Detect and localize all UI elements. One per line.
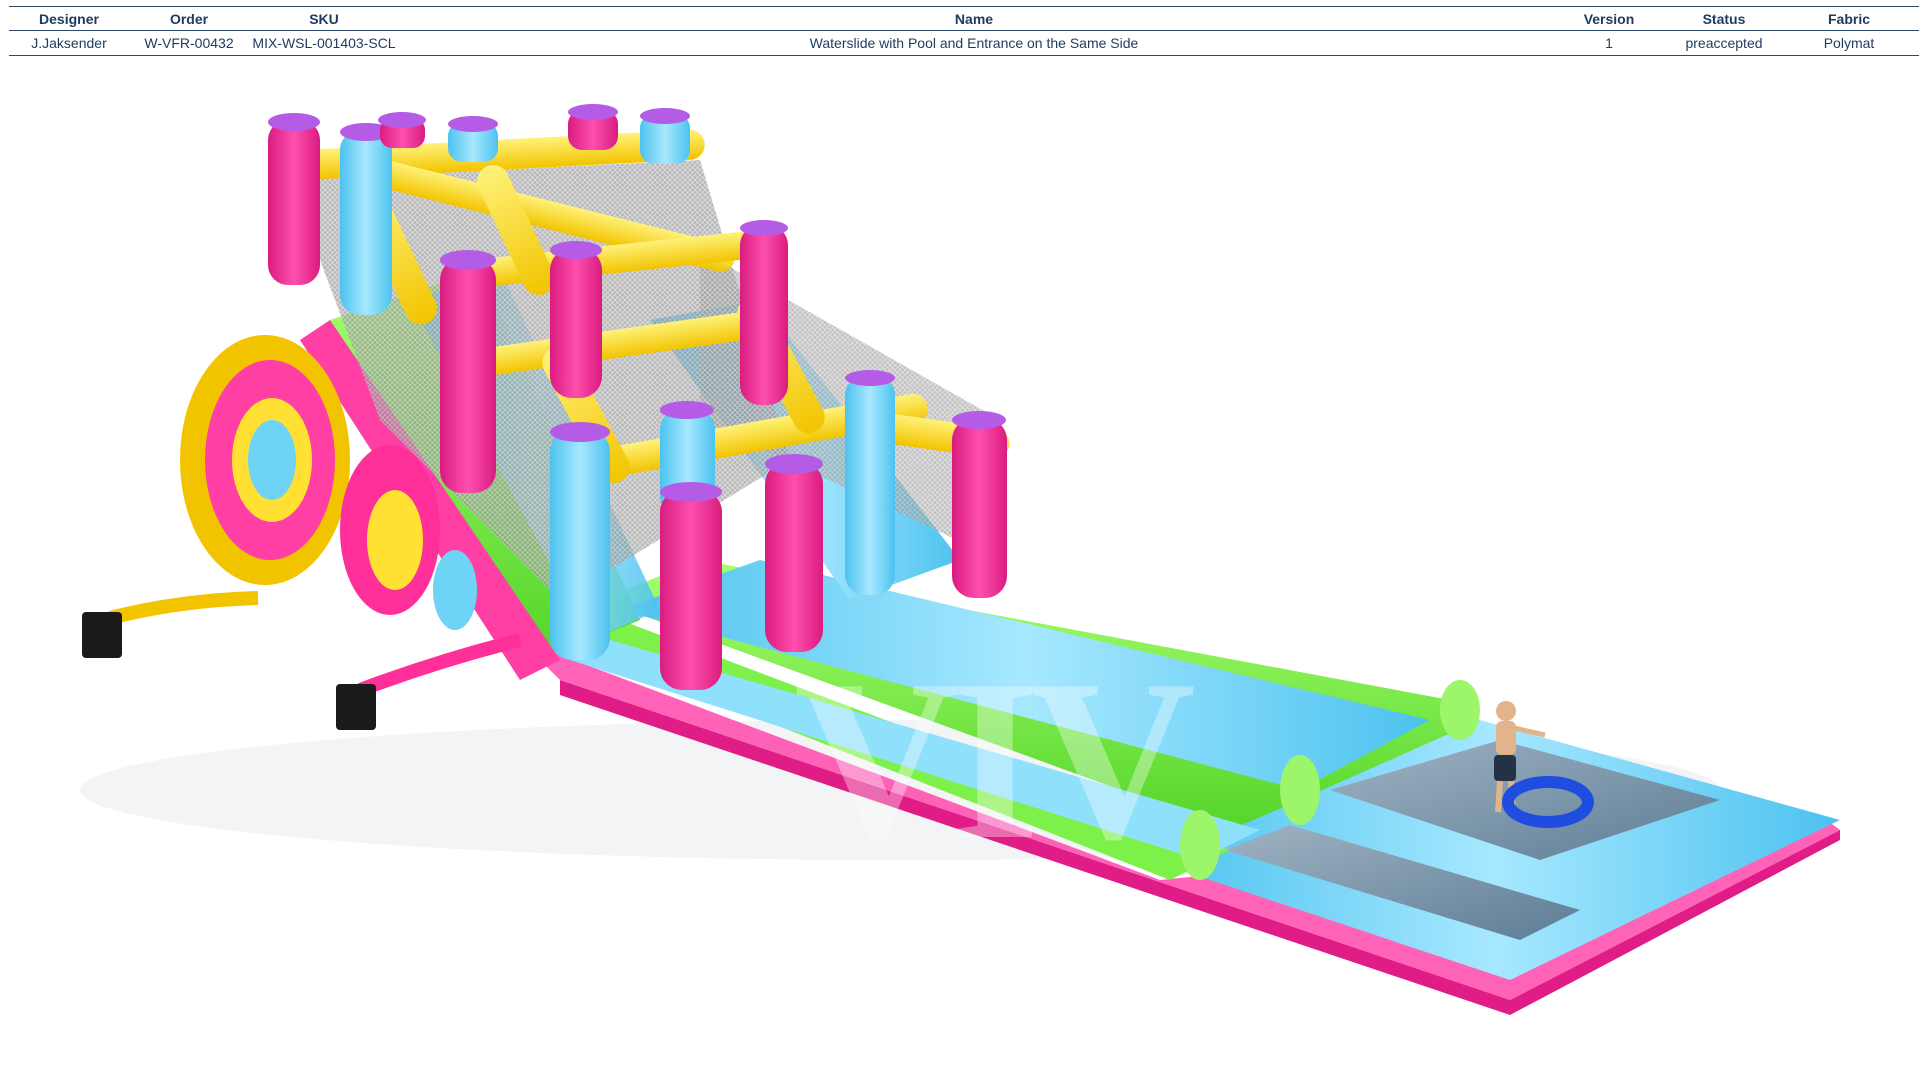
fabric-value: Polymat	[1779, 30, 1919, 56]
spec-table: Designer Order SKU Name Version Status F…	[9, 6, 1919, 56]
header-sku: SKU	[249, 6, 399, 31]
wheel-hub	[248, 420, 296, 500]
spec-data-row: J.Jaksender W-VFR-00432 MIX-WSL-001403-S…	[9, 30, 1919, 56]
rear-wheel-hub	[367, 490, 423, 590]
header-version: Version	[1549, 6, 1669, 31]
waterslide-illustration	[80, 104, 1840, 1015]
sku-value: MIX-WSL-001403-SCL	[249, 30, 399, 56]
header-fabric: Fabric	[1779, 6, 1919, 31]
version-value: 1	[1549, 30, 1669, 56]
blower-right	[336, 633, 522, 730]
designer-value: J.Jaksender	[9, 30, 129, 56]
header-status: Status	[1669, 6, 1779, 31]
product-name-value: Waterslide with Pool and Entrance on the…	[399, 30, 1549, 56]
front-bumper-blue	[433, 550, 477, 630]
spec-header-row: Designer Order SKU Name Version Status F…	[9, 6, 1919, 31]
product-render: VIV	[0, 70, 1920, 1080]
header-order: Order	[129, 6, 249, 31]
bumper-right	[1440, 680, 1480, 740]
bumper-left	[1180, 810, 1220, 880]
status-value: preaccepted	[1669, 30, 1779, 56]
header-designer: Designer	[9, 6, 129, 31]
bumper-mid	[1280, 755, 1320, 825]
blower-left	[82, 591, 259, 658]
order-value: W-VFR-00432	[129, 30, 249, 56]
header-name: Name	[399, 6, 1549, 31]
